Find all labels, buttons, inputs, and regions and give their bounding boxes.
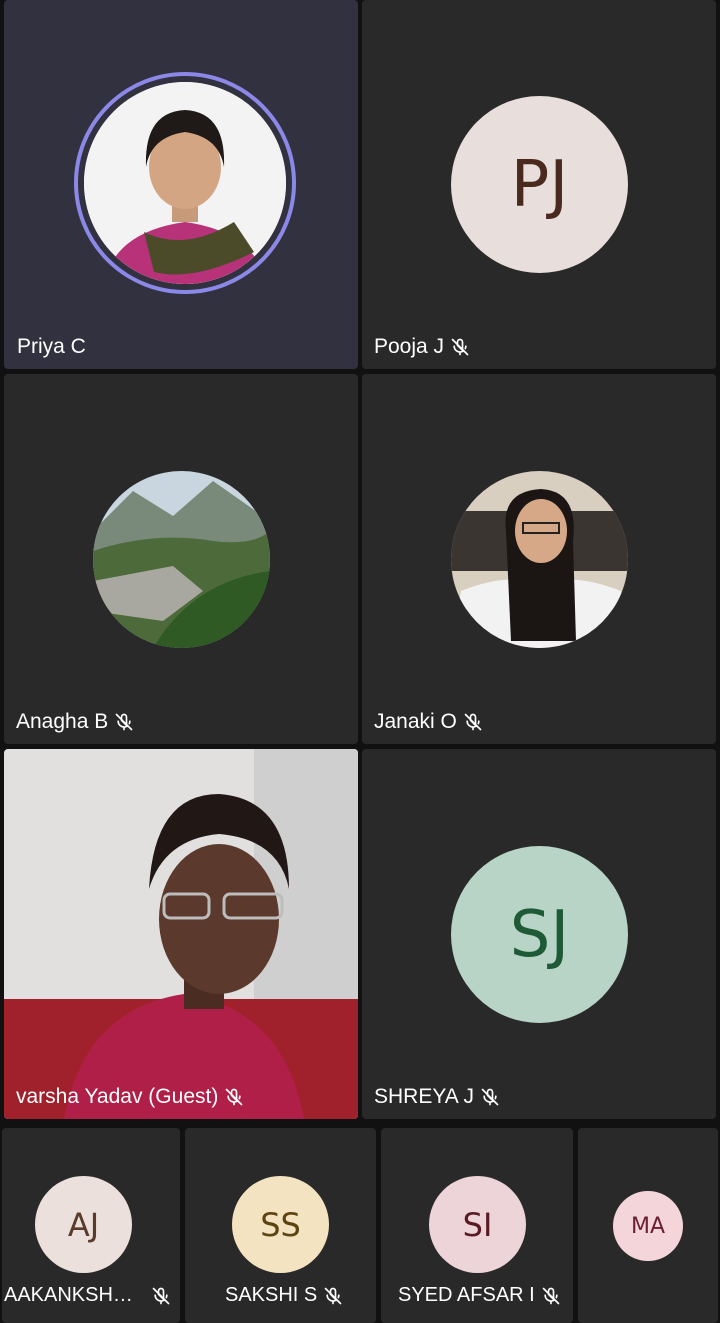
tile-aakanksha[interactable]: AJ AAKANKSH… xyxy=(2,1128,180,1323)
aakanksha-avatar: AJ xyxy=(35,1176,132,1273)
anagha-avatar xyxy=(93,471,270,648)
participant-name: SHREYA J xyxy=(374,1085,500,1109)
participant-name: Janaki O xyxy=(374,710,483,734)
mic-off-icon xyxy=(114,712,134,732)
tile-priya[interactable]: Priya C xyxy=(4,0,358,369)
tile-varsha-video[interactable]: varsha Yadav (Guest) xyxy=(4,749,358,1119)
participant-name: AAKANKSH… xyxy=(4,1284,171,1307)
pooja-avatar: PJ xyxy=(451,96,628,273)
tile-sakshi[interactable]: SS SAKSHI S xyxy=(185,1128,376,1323)
mic-off-icon xyxy=(480,1087,500,1107)
janaki-avatar xyxy=(451,471,628,648)
tile-pooja[interactable]: PJ Pooja J xyxy=(362,0,716,369)
participant-name: Anagha B xyxy=(16,710,134,734)
participant-name: Pooja J xyxy=(374,335,470,359)
priya-avatar xyxy=(84,82,286,284)
tile-syed[interactable]: SI SYED AFSAR I xyxy=(381,1128,573,1323)
participant-name: SAKSHI S xyxy=(225,1284,343,1307)
participant-name: SYED AFSAR I xyxy=(398,1284,561,1307)
mic-off-icon xyxy=(323,1286,343,1306)
tile-anagha[interactable]: Anagha B xyxy=(4,374,358,744)
sakshi-avatar: SS xyxy=(232,1176,329,1273)
participant-name: varsha Yadav (Guest) xyxy=(16,1085,244,1109)
ma-avatar: MA xyxy=(613,1191,683,1261)
syed-avatar: SI xyxy=(429,1176,526,1273)
mic-off-icon xyxy=(463,712,483,732)
tile-shreya[interactable]: SJ SHREYA J xyxy=(362,749,716,1119)
tile-ma[interactable]: MA xyxy=(578,1128,718,1323)
shreya-avatar: SJ xyxy=(451,846,628,1023)
mic-off-icon xyxy=(224,1087,244,1107)
participant-name: Priya C xyxy=(17,335,86,358)
mic-off-icon xyxy=(541,1286,561,1306)
varsha-video-feed xyxy=(4,749,358,1119)
mic-off-icon xyxy=(450,337,470,357)
mic-off-icon xyxy=(151,1286,171,1306)
tile-janaki[interactable]: Janaki O xyxy=(362,374,716,744)
